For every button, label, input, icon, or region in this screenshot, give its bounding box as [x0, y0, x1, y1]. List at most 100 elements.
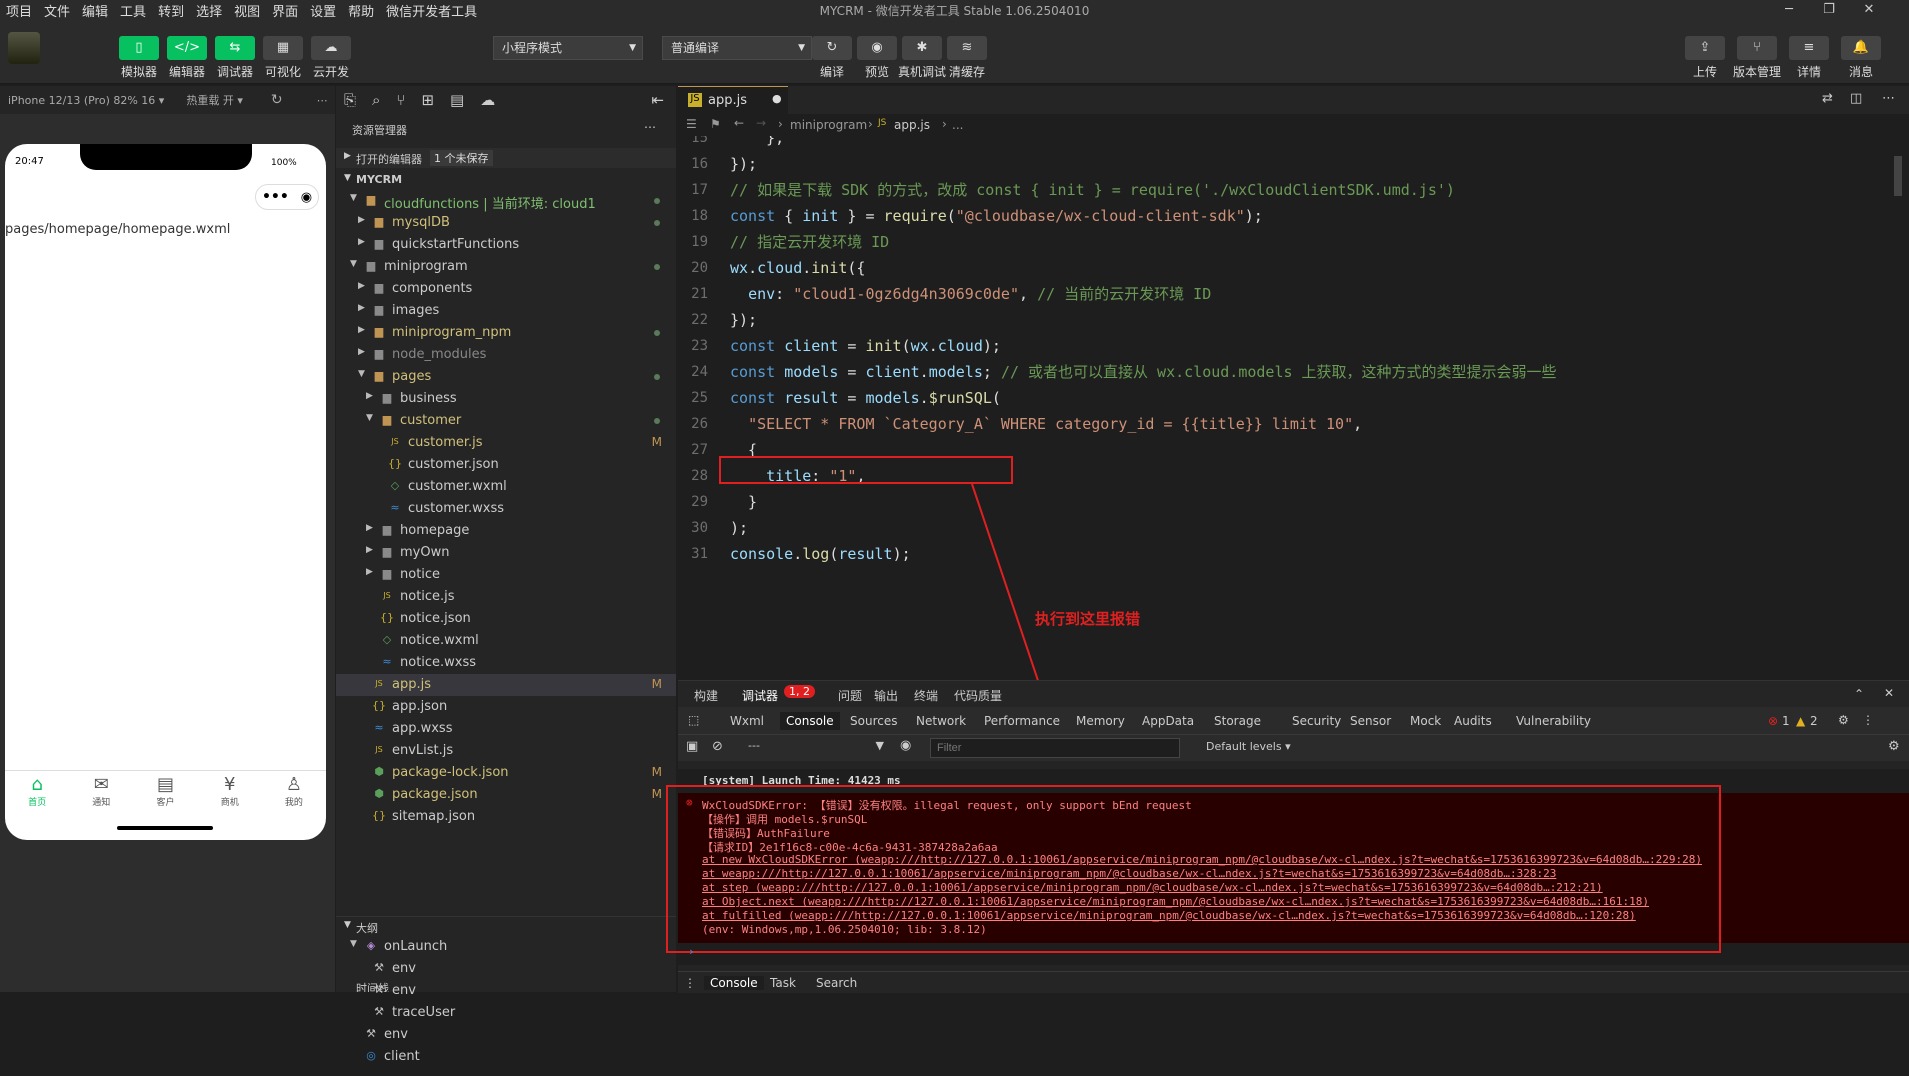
file-item[interactable]: {} sitemap.json — [336, 806, 676, 828]
close-panel-icon[interactable]: ✕ — [1884, 686, 1894, 700]
tab-0[interactable]: ⌂ 首页 — [5, 771, 69, 820]
menu-item[interactable]: 设置 — [304, 1, 342, 20]
list-icon[interactable]: ☰ — [686, 117, 697, 131]
project-header[interactable]: ▼ MYCRM — [336, 170, 676, 190]
scrollbar[interactable] — [1894, 156, 1902, 196]
close-window-button[interactable]: ✕ — [1849, 0, 1889, 20]
folder-item[interactable]: ▼ ▆ cloudfunctions | 当前环境: cloud1 — [336, 190, 676, 212]
tab-3[interactable]: ¥ 商机 — [198, 771, 262, 820]
menu-item[interactable]: 选择 — [190, 1, 228, 20]
file-item[interactable]: ⚒ env — [336, 1024, 676, 1046]
phone-button[interactable]: ▯ — [119, 36, 159, 60]
file-item[interactable]: ⚒ env — [336, 958, 676, 980]
timeline-header[interactable]: 时间线 — [336, 980, 676, 992]
more-icon[interactable]: ⋮ — [1862, 713, 1874, 727]
error-count-icon[interactable]: ⊗ — [1768, 714, 1778, 728]
file-item[interactable]: {} app.json — [336, 696, 676, 718]
menu-item[interactable]: 转到 — [152, 1, 190, 20]
drawer-tab-2[interactable]: Search — [816, 976, 857, 990]
menu-item[interactable]: 微信开发者工具 — [380, 1, 483, 20]
tab-2[interactable]: ▤ 客户 — [133, 771, 197, 820]
files-icon[interactable]: ⎘ — [344, 91, 356, 109]
eye-button[interactable]: ◉ — [857, 36, 897, 60]
box-icon[interactable]: ▤ — [450, 91, 464, 109]
inspect-icon[interactable]: ⬚ — [688, 713, 699, 727]
file-item[interactable]: JS customer.js M — [336, 432, 676, 454]
capsule-more-icon[interactable]: ••• — [262, 189, 289, 205]
prompt-icon[interactable]: › — [688, 945, 695, 958]
file-item[interactable]: ≈ notice.wxss — [336, 652, 676, 674]
tab-4[interactable]: 终端 — [914, 687, 938, 704]
bell-button[interactable]: 🔔 — [1841, 36, 1881, 60]
branch-button[interactable]: ⑂ — [1737, 36, 1777, 60]
capsule-close-icon[interactable]: ◉ — [301, 190, 312, 205]
file-item[interactable]: ◇ notice.wxml — [336, 630, 676, 652]
tab-1[interactable]: 调试器 — [742, 687, 778, 704]
bookmark-icon[interactable]: ⚑ — [710, 117, 721, 131]
back-icon[interactable]: ← — [734, 116, 744, 130]
panel-tab-11[interactable]: Audits — [1454, 714, 1492, 728]
cloud-icon[interactable]: ☁ — [480, 91, 495, 109]
sidebar-toggle-icon[interactable]: ▣ — [686, 739, 698, 754]
file-item[interactable]: ⬢ package.json M — [336, 784, 676, 806]
rotate-icon[interactable]: ↻ — [271, 92, 283, 108]
folder-item[interactable]: ▶ ▆ images — [336, 300, 676, 322]
cloud-button[interactable]: ☁ — [311, 36, 351, 60]
folder-item[interactable]: ▶ ▆ node_modules — [336, 344, 676, 366]
folder-item[interactable]: ▶ ▆ business — [336, 388, 676, 410]
tab-app-js[interactable]: JS app.js ● — [678, 86, 788, 114]
eye-icon[interactable]: ◉ — [900, 738, 911, 753]
compile-select[interactable]: 普通编译 ▼ — [662, 36, 812, 60]
panel-tab-10[interactable]: Mock — [1410, 714, 1441, 728]
debug-button[interactable]: ⇆ — [215, 36, 255, 60]
collapse-up-icon[interactable]: ⌃ — [1854, 687, 1864, 701]
upload-button[interactable]: ⇪ — [1685, 36, 1725, 60]
panel-tab-6[interactable]: AppData — [1142, 714, 1194, 728]
panel-tab-1[interactable]: Console — [780, 712, 840, 730]
menu-item[interactable]: 视图 — [228, 1, 266, 20]
file-item[interactable]: ≈ app.wxss — [336, 718, 676, 740]
panel-tab-12[interactable]: Vulnerability — [1516, 714, 1591, 728]
file-item[interactable]: ◇ customer.wxml — [336, 476, 676, 498]
file-item[interactable]: ◎ client — [336, 1046, 676, 1068]
file-item[interactable]: ▼ ◈ onLaunch — [336, 936, 676, 958]
folder-item[interactable]: ▼ ▆ miniprogram — [336, 256, 676, 278]
mode-select[interactable]: 小程序模式 ▼ — [493, 36, 643, 60]
hotreload-toggle[interactable]: 热重载 开 ▾ — [186, 92, 243, 108]
git-icon[interactable]: ⑂ — [396, 91, 405, 109]
tab-4[interactable]: ♙ 我的 — [262, 771, 326, 820]
tab-3[interactable]: 输出 — [874, 687, 898, 704]
log-levels-select[interactable]: Default levels ▾ — [1206, 740, 1291, 753]
panel-tab-2[interactable]: Sources — [850, 714, 897, 728]
folder-item[interactable]: ▶ ▆ miniprogram_npm — [336, 322, 676, 344]
folder-item[interactable]: ▶ ▆ myOwn — [336, 542, 676, 564]
open-editors-header[interactable]: ▶ 打开的编辑器 1 个未保存 — [336, 148, 676, 168]
extensions-icon[interactable]: ⊞ — [421, 91, 434, 109]
panel-tab-4[interactable]: Performance — [984, 714, 1060, 728]
console-settings-icon[interactable]: ⚙ — [1888, 739, 1900, 754]
visual-button[interactable]: ▦ — [263, 36, 303, 60]
collapse-panel-icon[interactable]: ⇤ — [651, 91, 664, 109]
folder-item[interactable]: ▼ ▆ pages — [336, 366, 676, 388]
code-editor[interactable]: 15 }, 16}); 17// 如果是下载 SDK 的方式，改成 const { … — [678, 136, 1909, 680]
panel-tab-7[interactable]: Storage — [1214, 714, 1261, 728]
crumb-file[interactable]: app.js — [894, 118, 930, 132]
panel-tab-8[interactable]: Security — [1292, 714, 1341, 728]
menu-item[interactable]: 帮助 — [342, 1, 380, 20]
console-filter-input[interactable] — [930, 738, 1180, 758]
more-actions-icon[interactable]: ⋯ — [1882, 91, 1895, 106]
file-item[interactable]: ⚒ traceUser — [336, 1002, 676, 1024]
device-select[interactable]: iPhone 12/13 (Pro) 82% 16 ▾ — [8, 94, 164, 107]
context-select[interactable]: --- ▼ — [748, 739, 888, 757]
layers-button[interactable]: ≋ — [947, 36, 987, 60]
minimize-button[interactable]: ─ — [1769, 0, 1809, 20]
more-icon[interactable]: ⋯ — [317, 94, 328, 107]
code-button[interactable]: </> — [167, 36, 207, 60]
capsule-menu[interactable]: ••• ◉ — [255, 184, 319, 210]
file-item[interactable]: {} customer.json — [336, 454, 676, 476]
file-item[interactable]: ⬢ package-lock.json M — [336, 762, 676, 784]
folder-item[interactable]: ▶ ▆ notice — [336, 564, 676, 586]
outline-header[interactable]: ▼ 大纲 — [336, 916, 676, 936]
split-editor-icon[interactable]: ◫ — [1850, 91, 1862, 106]
file-item[interactable]: JS app.js M — [336, 674, 676, 696]
